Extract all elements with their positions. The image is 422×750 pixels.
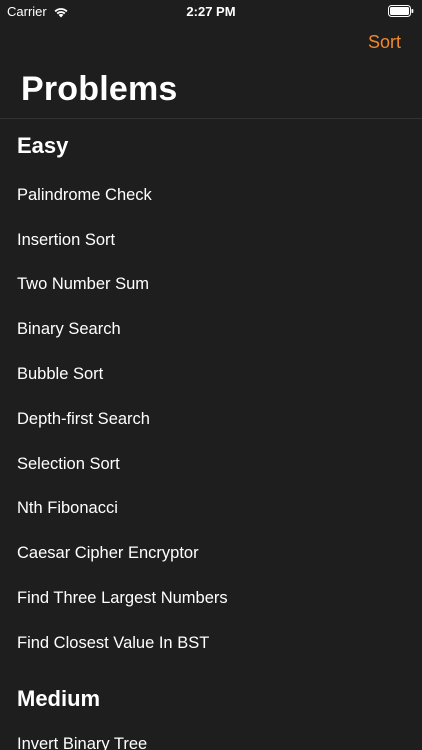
status-time: 2:27 PM	[186, 4, 236, 19]
problems-list: Easy Palindrome Check Insertion Sort Two…	[0, 119, 422, 750]
list-item[interactable]: Two Number Sum	[0, 263, 422, 308]
list-item[interactable]: Selection Sort	[0, 442, 422, 487]
list-item[interactable]: Invert Binary Tree	[0, 722, 422, 750]
battery-icon	[388, 5, 414, 17]
section-header: Easy	[17, 133, 69, 158]
screen: Carrier 2:27 PM Sort Problems Easy Palin…	[0, 0, 422, 750]
status-bar: Carrier 2:27 PM	[0, 0, 422, 22]
section-header: Medium	[17, 685, 101, 711]
list-item[interactable]: Find Closest Value In BST	[0, 621, 422, 666]
status-right	[388, 5, 414, 17]
list-item[interactable]: Nth Fibonacci	[0, 487, 422, 532]
list-item[interactable]: Depth-first Search	[0, 397, 422, 442]
sort-button[interactable]: Sort	[368, 32, 401, 53]
list-item[interactable]: Find Three Largest Numbers	[0, 576, 422, 621]
section-medium: Medium Invert Binary Tree	[0, 666, 422, 750]
list-item[interactable]: Bubble Sort	[0, 352, 422, 397]
page-title: Problems	[21, 70, 178, 108]
list-item[interactable]: Caesar Cipher Encryptor	[0, 531, 422, 576]
section-easy: Easy Palindrome Check Insertion Sort Two…	[0, 119, 422, 666]
list-item[interactable]: Palindrome Check	[0, 173, 422, 218]
list-item[interactable]: Insertion Sort	[0, 218, 422, 263]
list-item[interactable]: Binary Search	[0, 307, 422, 352]
